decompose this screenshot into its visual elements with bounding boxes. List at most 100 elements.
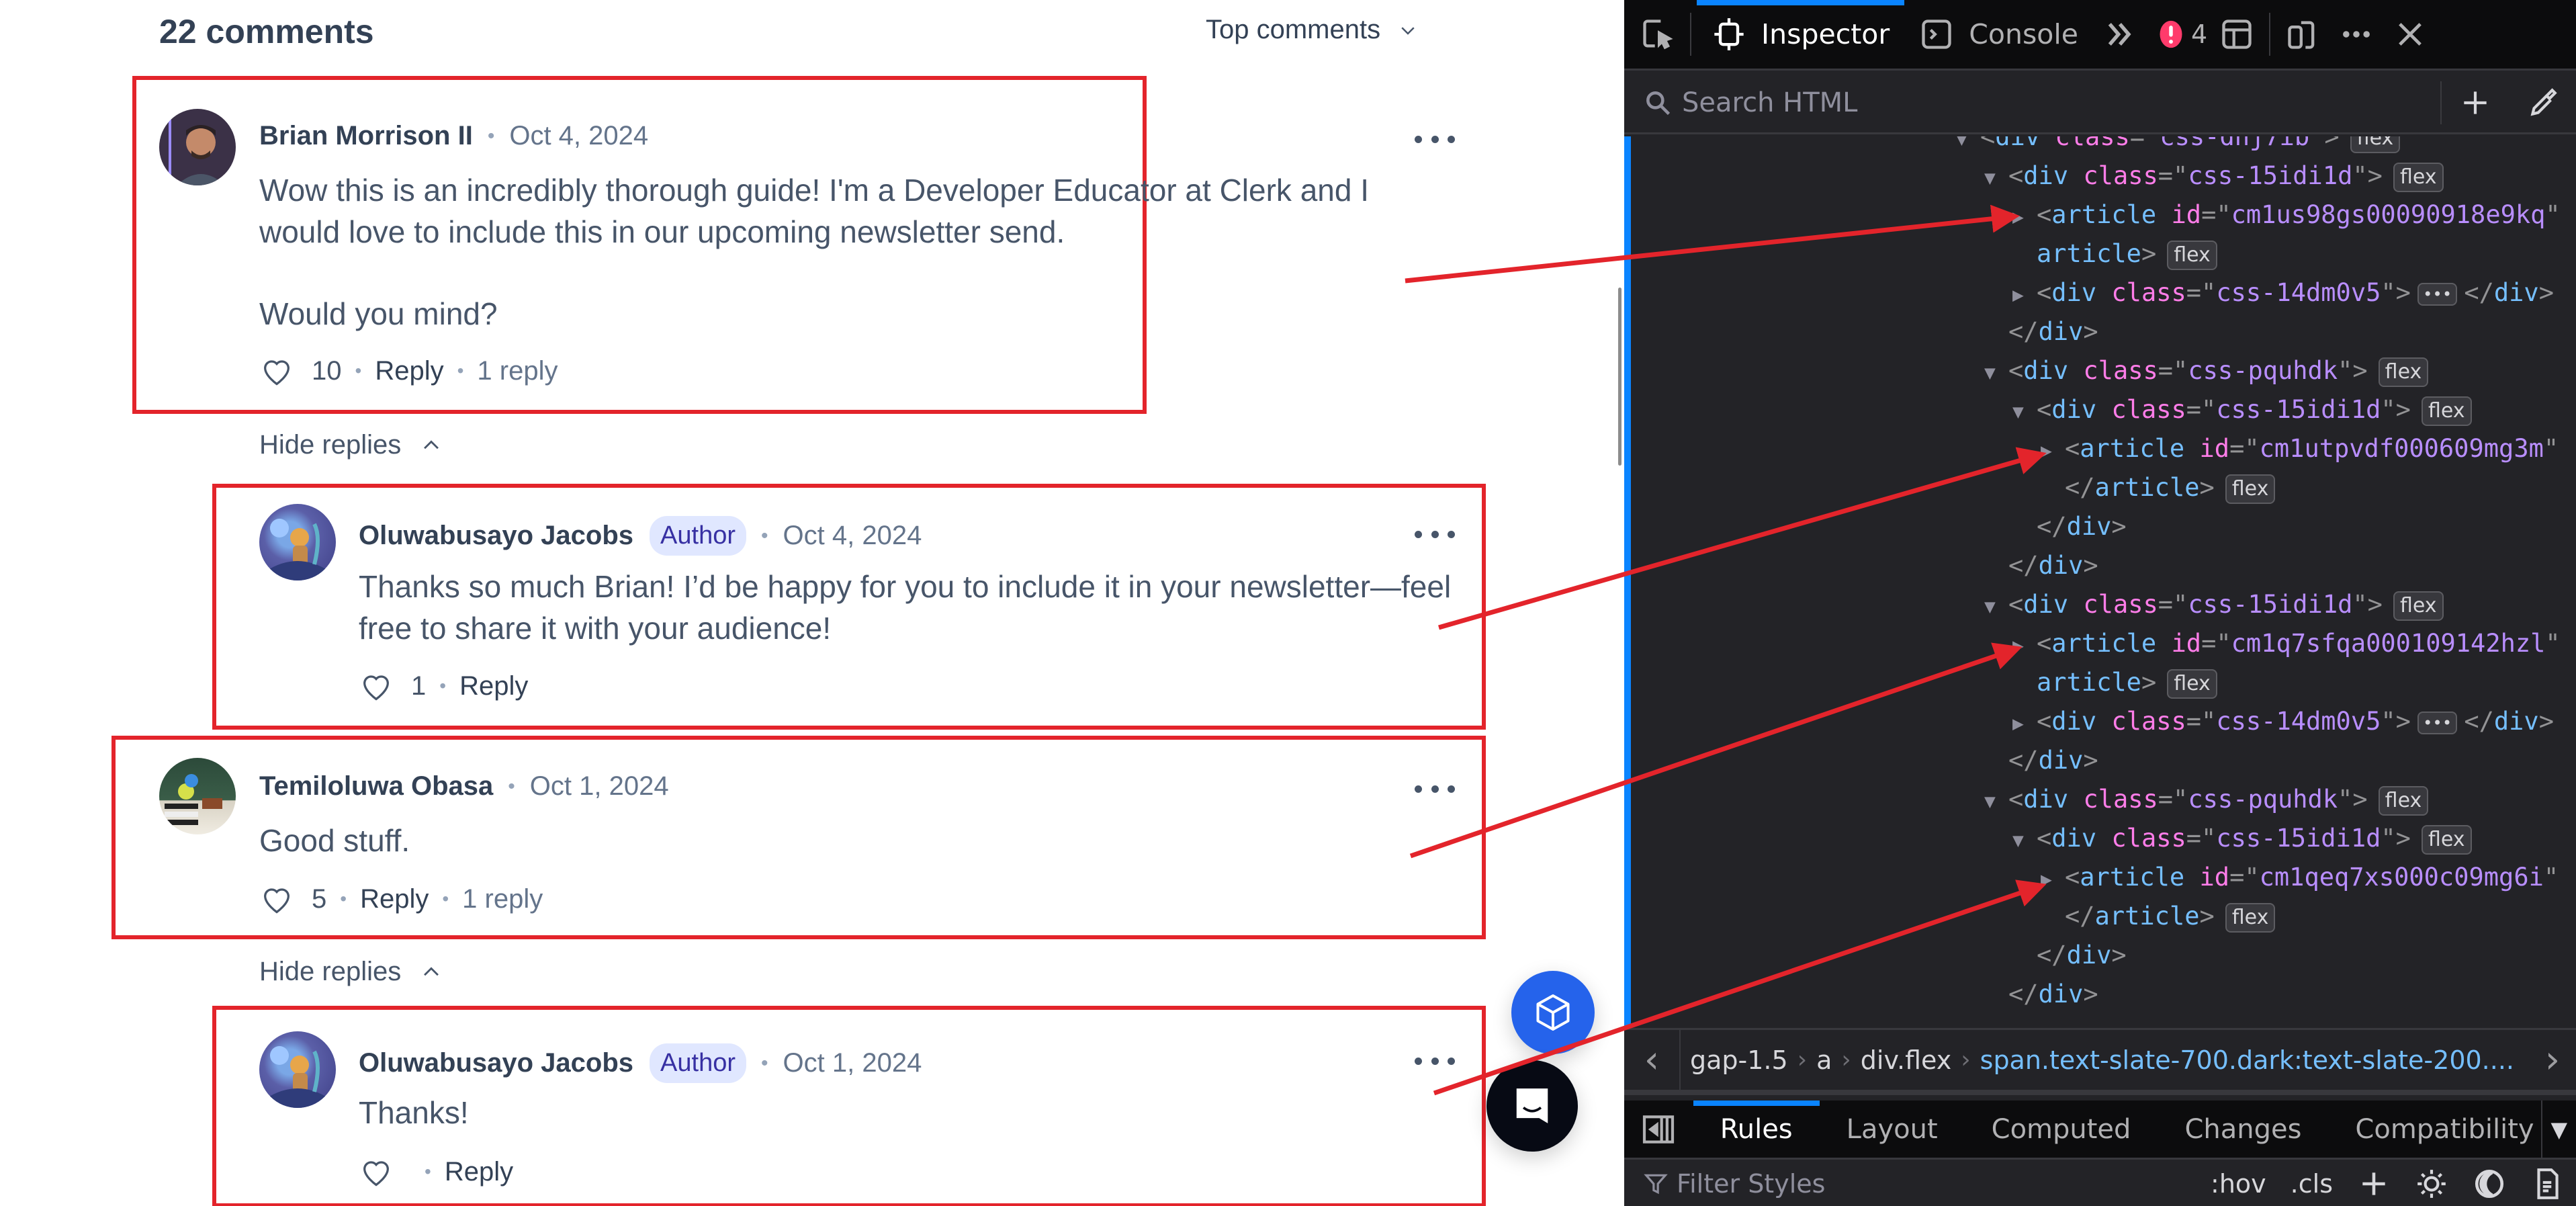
expand-twisty-closed-icon[interactable]: ▶ bbox=[2012, 198, 2037, 236]
markup-node[interactable]: </div> bbox=[2037, 936, 2127, 975]
flex-badge[interactable]: flex bbox=[2167, 240, 2217, 270]
markup-node[interactable]: ▼ <div class="css-15idi1d"> flex bbox=[1984, 157, 2444, 196]
more-options-button[interactable] bbox=[1415, 782, 1455, 795]
expand-twisty-open-icon[interactable]: ▼ bbox=[1984, 159, 2008, 198]
errors-button[interactable]: 4 bbox=[2147, 0, 2210, 69]
add-node-button[interactable] bbox=[2442, 73, 2509, 132]
markup-node[interactable]: </div> bbox=[2008, 312, 2098, 351]
breadcrumb-item[interactable]: div.flex bbox=[1851, 1045, 1961, 1075]
markup-node[interactable]: ▶ <article id="cm1qeq7xs000c09mg6i" bbox=[2041, 858, 2559, 897]
tab-computed[interactable]: Computed bbox=[1965, 1101, 2158, 1158]
expand-twisty-open-icon[interactable]: ▼ bbox=[1984, 782, 2008, 821]
tab-layout[interactable]: Layout bbox=[1820, 1101, 1965, 1158]
heart-icon[interactable] bbox=[259, 881, 294, 916]
flex-badge[interactable]: flex bbox=[2225, 474, 2276, 504]
breadcrumb-item[interactable]: a bbox=[1807, 1045, 1841, 1075]
markup-node[interactable]: ▼ <div class="css-dnj7ib"> flex bbox=[1956, 136, 2401, 159]
element-picker-button[interactable] bbox=[1624, 0, 1685, 69]
markup-node[interactable]: ▶ <article id="cm1us98gs00090918e9kq" bbox=[2012, 196, 2561, 234]
page-scrollbar[interactable] bbox=[1618, 288, 1622, 466]
heart-icon[interactable] bbox=[359, 669, 394, 703]
markup-node-continuation[interactable]: </article> flex bbox=[2065, 468, 2276, 507]
markup-node[interactable]: ▶ <div class="css-14dm0v5"> ••• </div> bbox=[2012, 702, 2554, 741]
tab-console[interactable]: Console bbox=[1904, 0, 2093, 69]
hover-states-button[interactable]: :hov bbox=[2199, 1169, 2278, 1199]
markup-node[interactable]: ▼ <div class="css-15idi1d"> flex bbox=[2012, 390, 2472, 429]
expand-twisty-open-icon[interactable]: ▼ bbox=[1984, 353, 2008, 392]
markup-view[interactable]: ▼ <div class="css-dnj7ib"> flex ▼ <div class… bbox=[1624, 136, 2576, 1028]
hide-replies-button[interactable]: Hide replies bbox=[259, 430, 443, 460]
breadcrumb-item-selected[interactable]: span.text-slate-700.dark:text-slate-200.… bbox=[1971, 1045, 2524, 1075]
comment-date[interactable]: Oct 1, 2024 bbox=[783, 1048, 922, 1078]
devtools-menu-button[interactable] bbox=[2329, 0, 2383, 69]
author-name[interactable]: Oluwabusayo Jacobs bbox=[359, 521, 633, 551]
cube-fab-button[interactable] bbox=[1511, 971, 1595, 1054]
flex-badge[interactable]: flex bbox=[2378, 357, 2429, 387]
collapsed-children-badge[interactable]: ••• bbox=[2417, 282, 2458, 306]
reply-button[interactable]: Reply bbox=[459, 671, 528, 701]
markup-node[interactable]: </div> bbox=[2037, 507, 2127, 546]
expand-twisty-closed-icon[interactable]: ▶ bbox=[2041, 431, 2065, 470]
expand-twisty-closed-icon[interactable]: ▶ bbox=[2012, 704, 2037, 743]
comment-date[interactable]: Oct 4, 2024 bbox=[783, 521, 922, 551]
avatar[interactable] bbox=[159, 109, 236, 185]
expand-twisty-open-icon[interactable]: ▼ bbox=[2012, 821, 2037, 860]
markup-node[interactable]: ▶ <article id="cm1q7sfqa000109142hzl" bbox=[2012, 624, 2561, 663]
breadcrumb-scroll-right[interactable]: › bbox=[2529, 1038, 2576, 1082]
sort-dropdown[interactable]: Top comments bbox=[1206, 15, 1418, 45]
expand-twisty-open-icon[interactable]: ▼ bbox=[1956, 136, 1980, 159]
breadcrumb-item[interactable]: gap-1.5 bbox=[1681, 1045, 1797, 1075]
tab-rules[interactable]: Rules bbox=[1693, 1101, 1820, 1158]
markup-node-continuation[interactable]: article> flex bbox=[2037, 234, 2217, 273]
dock-options-button[interactable] bbox=[2210, 0, 2264, 69]
markup-node[interactable]: ▼ <div class="css-15idi1d"> flex bbox=[1984, 585, 2444, 624]
reply-button[interactable]: Reply bbox=[445, 1157, 513, 1187]
reply-button[interactable]: Reply bbox=[360, 884, 429, 914]
markup-node[interactable]: ▼ <div class="css-pquhdk"> flex bbox=[1984, 780, 2429, 821]
avatar[interactable] bbox=[259, 504, 336, 580]
avatar[interactable] bbox=[159, 758, 236, 834]
eyedropper-button[interactable] bbox=[2509, 73, 2576, 132]
expand-twisty-closed-icon[interactable]: ▶ bbox=[2012, 275, 2037, 314]
light-scheme-button[interactable] bbox=[2403, 1167, 2460, 1201]
markup-node-continuation[interactable]: </article> flex bbox=[2065, 897, 2276, 936]
replies-count[interactable]: 1 reply bbox=[462, 884, 543, 914]
print-media-button[interactable] bbox=[2518, 1167, 2576, 1201]
expand-twisty-open-icon[interactable]: ▼ bbox=[2012, 392, 2037, 431]
expand-twisty-open-icon[interactable]: ▼ bbox=[1984, 587, 2008, 626]
markup-node[interactable]: </div> bbox=[2008, 741, 2098, 780]
flex-badge[interactable]: flex bbox=[2421, 396, 2472, 426]
chat-fab-button[interactable] bbox=[1486, 1060, 1578, 1152]
expand-twisty-closed-icon[interactable]: ▶ bbox=[2012, 626, 2037, 665]
hide-replies-button[interactable]: Hide replies bbox=[259, 957, 443, 987]
markup-node[interactable]: </div> bbox=[2008, 975, 2098, 1014]
author-name[interactable]: Temiloluwa Obasa bbox=[259, 771, 493, 802]
responsive-design-button[interactable] bbox=[2276, 0, 2329, 69]
markup-node[interactable]: </div> bbox=[2008, 546, 2098, 585]
more-options-button[interactable] bbox=[1415, 1054, 1455, 1068]
add-rule-button[interactable] bbox=[2345, 1167, 2403, 1201]
markup-node[interactable]: ▶ <div class="css-14dm0v5"> ••• </div> bbox=[2012, 273, 2554, 312]
flex-badge[interactable]: flex bbox=[2421, 824, 2472, 855]
tab-inspector[interactable]: Inspector bbox=[1697, 0, 1905, 69]
comment-date[interactable]: Oct 4, 2024 bbox=[509, 121, 648, 151]
breadcrumb-scroll-left[interactable]: ‹ bbox=[1624, 1030, 1681, 1090]
comment-date[interactable]: Oct 1, 2024 bbox=[530, 771, 669, 802]
tab-changes[interactable]: Changes bbox=[2158, 1101, 2328, 1158]
avatar[interactable] bbox=[259, 1031, 336, 1108]
close-devtools-button[interactable] bbox=[2383, 0, 2437, 69]
tab-compatibility[interactable]: Compatibility bbox=[2328, 1101, 2540, 1158]
collapsed-children-badge[interactable]: ••• bbox=[2417, 711, 2458, 734]
markup-node[interactable]: ▼ <div class="css-pquhdk"> flex bbox=[1984, 351, 2429, 392]
more-tools-button[interactable] bbox=[2093, 0, 2147, 69]
markup-node[interactable]: ▶ <article id="cm1utpvdf000609mg3m" bbox=[2041, 429, 2559, 468]
flex-badge[interactable]: flex bbox=[2225, 902, 2276, 933]
author-name[interactable]: Brian Morrison II bbox=[259, 121, 473, 151]
heart-icon[interactable] bbox=[259, 353, 294, 388]
search-html-input[interactable] bbox=[1682, 87, 2440, 118]
flex-badge[interactable]: flex bbox=[2167, 669, 2217, 699]
author-name[interactable]: Oluwabusayo Jacobs bbox=[359, 1048, 633, 1078]
markup-node[interactable]: ▼ <div class="css-15idi1d"> flex bbox=[2012, 819, 2472, 858]
heart-icon[interactable] bbox=[359, 1154, 394, 1189]
replies-count[interactable]: 1 reply bbox=[477, 356, 558, 386]
